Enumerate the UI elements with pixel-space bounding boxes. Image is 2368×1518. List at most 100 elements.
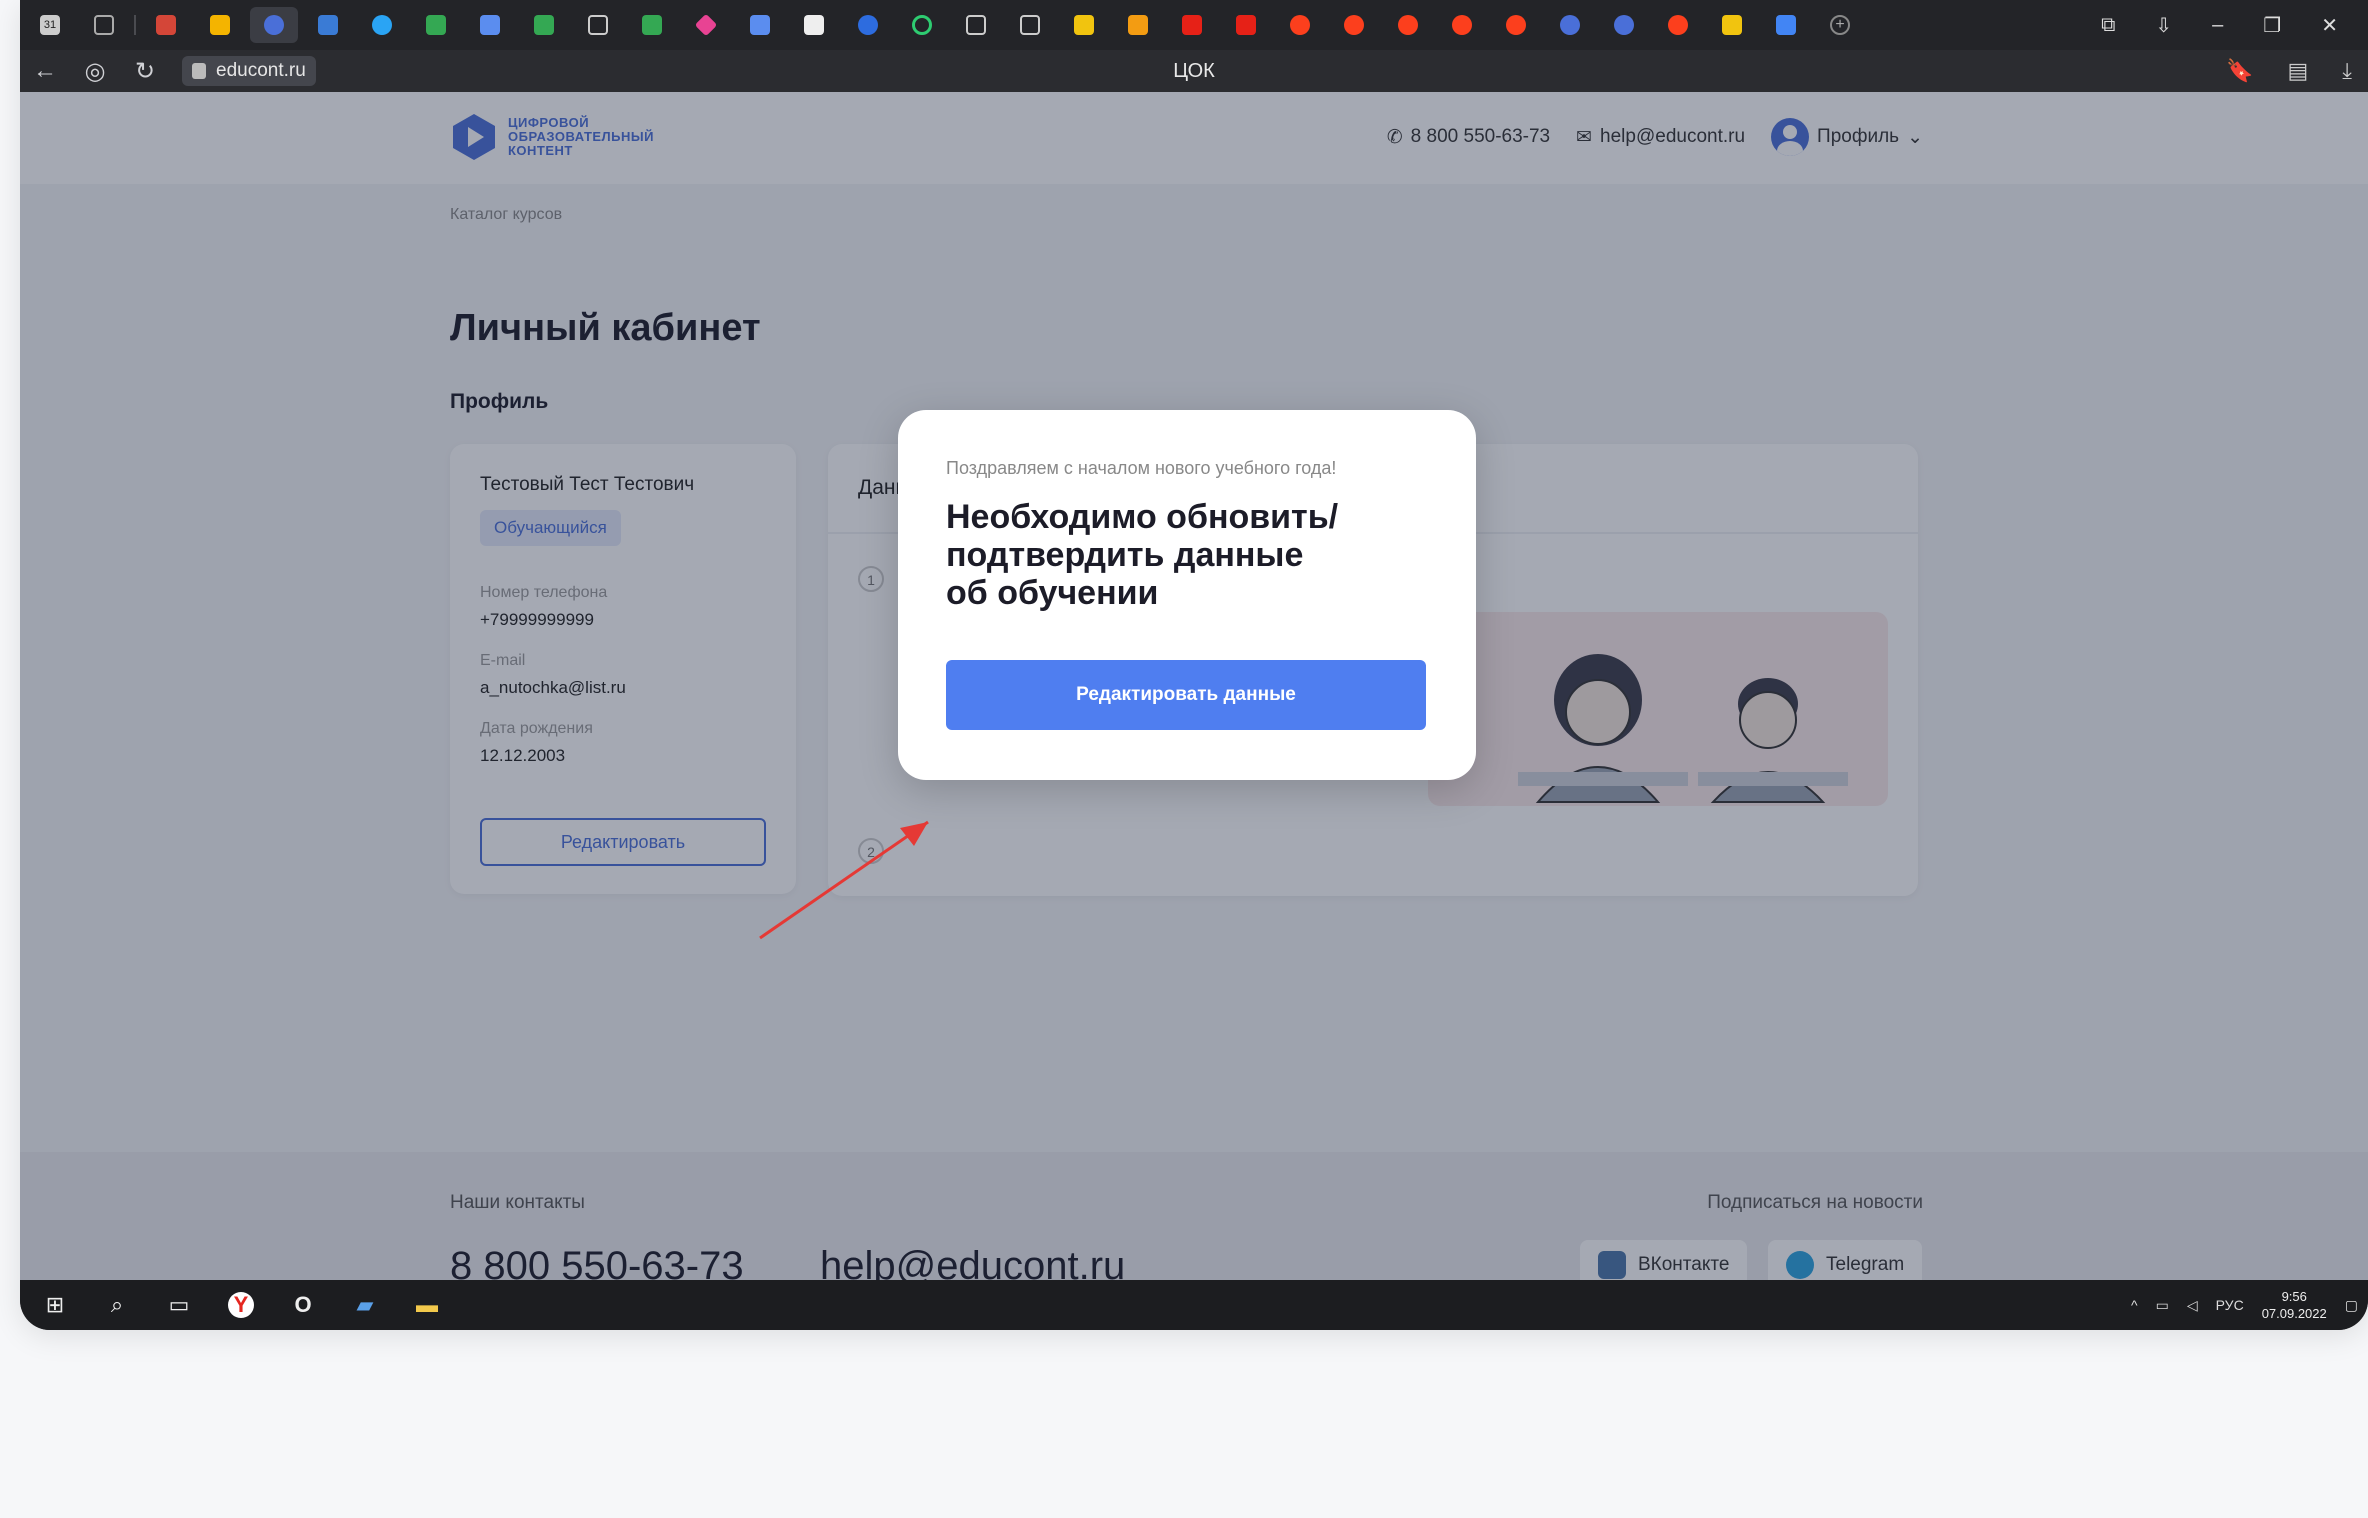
file-explorer-icon[interactable]: ▬ [414,1292,440,1318]
chevron-up-icon[interactable]: ^ [2131,1297,2138,1313]
site-icon [804,15,824,35]
site-icon [912,15,932,35]
clock[interactable]: 9:56 07.09.2022 [2262,1288,2327,1322]
modal-kicker: Поздравляем с началом нового учебного го… [946,458,1337,478]
site-icon [1074,15,1094,35]
new-tab-button[interactable]: + [1816,7,1864,43]
browser-tab-strip: 31 + ⧉ ⇩ – ❐ ✕ [20,0,2368,50]
site-icon [480,15,500,35]
tab-sheets-1[interactable] [412,7,460,43]
tab-yandex-3[interactable] [1384,7,1432,43]
plus-icon: + [1830,15,1850,35]
tab-sheets-2[interactable] [520,7,568,43]
url-field[interactable]: educont.ru [182,56,316,86]
restore-icon[interactable]: ❐ [2263,13,2281,38]
youtube-icon [1182,15,1202,35]
bookmark-icon[interactable]: 🔖 [2226,58,2253,84]
system-tray: ^ ▭ ◁ РУС 9:56 07.09.2022 ▢ [2131,1280,2358,1330]
educont-tab-icon [264,15,284,35]
educont-tab-icon [1614,15,1634,35]
page-title-bar: ЦОК [1173,60,1215,82]
minimize-icon[interactable]: – [2212,14,2223,37]
tab-gmail[interactable] [142,7,190,43]
diamond-icon [694,13,718,37]
language-indicator[interactable]: РУС [2216,1297,2244,1313]
site-icon [318,15,338,35]
reader-icon[interactable]: ▤ [2287,58,2308,84]
tab-site-7[interactable] [790,7,838,43]
tab-site-3[interactable] [358,7,406,43]
tab-site-8[interactable] [844,7,892,43]
yandex-icon [1344,15,1364,35]
search-icon[interactable]: ⌕ [104,1292,130,1318]
site-icon [858,15,878,35]
tab-separator [134,15,136,35]
tab-drive[interactable] [196,7,244,43]
document-icon [966,15,986,35]
educont-tab-icon [1560,15,1580,35]
tab-sheets-3[interactable] [628,7,676,43]
back-icon[interactable]: ← [20,57,70,85]
network-icon[interactable]: ▭ [2156,1297,2169,1314]
tab-site-10[interactable] [1060,7,1108,43]
modal-headline: Необходимо обновить/ подтвердить данные … [946,498,1339,612]
download-icon[interactable]: ⤓ [2342,58,2352,84]
edit-data-button[interactable]: Редактировать данные [946,660,1426,730]
document-icon [588,15,608,35]
address-bar-actions: 🔖 ▤ ⤓ [2226,50,2352,92]
tab-youtube-1[interactable] [1168,7,1216,43]
window-controls: ⧉ ⇩ – ❐ ✕ [2101,0,2368,50]
screen: 31 + ⧉ ⇩ – ❐ ✕ ← ◎ ↻ educont.ru ЦОК 🔖 ▤ … [20,0,2368,1330]
lock-icon [192,63,206,79]
tab-site-9[interactable] [898,7,946,43]
windows-start-icon[interactable]: ⊞ [42,1292,68,1318]
sheets-icon [426,15,446,35]
tab-yandex-2[interactable] [1330,7,1378,43]
site-icon [750,15,770,35]
volume-icon[interactable]: ◁ [2187,1297,2198,1314]
tab-site-4[interactable] [466,7,514,43]
tab-yandex-5[interactable] [1492,7,1540,43]
tab-site-6[interactable] [736,7,784,43]
yandex-icon [1398,15,1418,35]
folder-icon [94,15,114,35]
notifications-icon[interactable]: ▢ [2345,1297,2358,1314]
url-text: educont.ru [216,60,306,81]
tab-yandex-1[interactable] [1276,7,1324,43]
close-icon[interactable]: ✕ [2321,13,2338,38]
yandex-icon [1452,15,1472,35]
docs-icon [1776,15,1796,35]
notes-icon[interactable]: ▰ [352,1292,378,1318]
extensions-icon[interactable]: ⧉ [2101,14,2115,37]
reload-icon[interactable]: ↻ [120,57,170,86]
opera-icon[interactable]: O [290,1292,316,1318]
tab-calendar[interactable]: 31 [26,7,74,43]
downloads-icon[interactable]: ⇩ [2155,13,2172,38]
document-icon [1020,15,1040,35]
tab-new-window[interactable] [80,7,128,43]
tab-mail[interactable] [1708,7,1756,43]
tab-docs[interactable] [1762,7,1810,43]
drive-icon [210,15,230,35]
tab-site-2[interactable] [304,7,352,43]
mail-icon [1722,15,1742,35]
tab-educont-3[interactable] [1600,7,1648,43]
tab-doc-1[interactable] [574,7,622,43]
protect-icon[interactable]: ◎ [70,57,120,86]
yandex-icon [1506,15,1526,35]
yandex-browser-icon[interactable]: Y [228,1292,254,1318]
tab-site-11[interactable] [1114,7,1162,43]
tab-yandex-6[interactable] [1654,7,1702,43]
sheets-icon [534,15,554,35]
tab-doc-2[interactable] [952,7,1000,43]
tab-yandex-4[interactable] [1438,7,1486,43]
tab-doc-3[interactable] [1006,7,1054,43]
site-icon [372,15,392,35]
task-view-icon[interactable]: ▭ [166,1292,192,1318]
gmail-icon [156,15,176,35]
tab-site-5[interactable] [682,7,730,43]
tab-educont[interactable] [250,7,298,43]
tab-educont-2[interactable] [1546,7,1594,43]
update-data-modal: Поздравляем с началом нового учебного го… [898,410,1476,780]
tab-youtube-2[interactable] [1222,7,1270,43]
